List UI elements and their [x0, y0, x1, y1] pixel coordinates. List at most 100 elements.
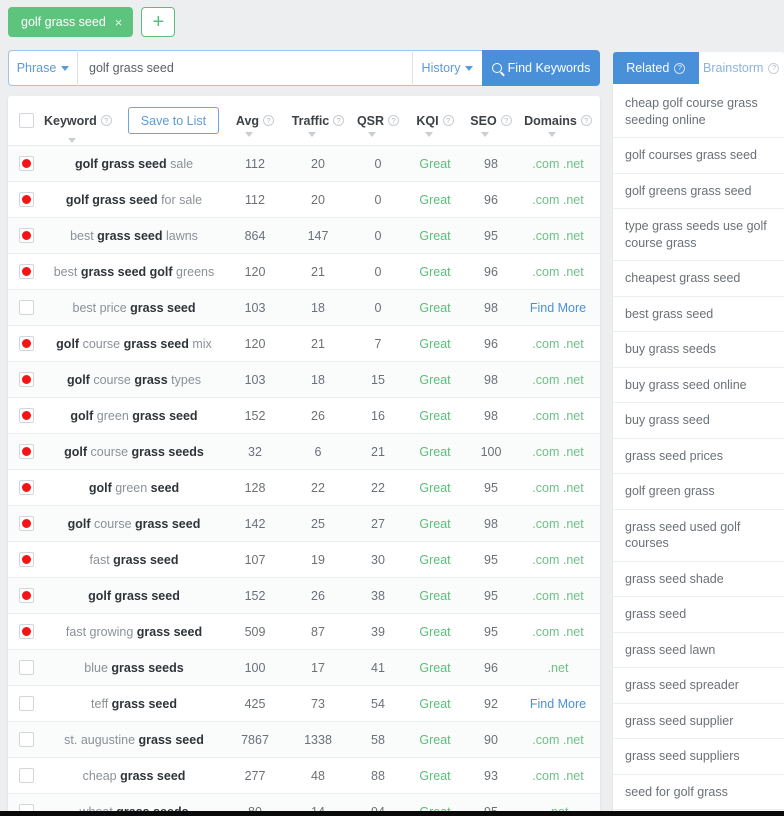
table-row[interactable]: golf course grass seed mix 120 21 7 Great 96.… [8, 326, 600, 362]
table-row[interactable]: teff grass seed 425 73 54 Great 92 Find More [8, 686, 600, 722]
help-icon[interactable]: ? [580, 115, 592, 126]
history-button[interactable]: History [412, 50, 482, 86]
column-header-keyword[interactable]: Keyword ? Save to List [44, 107, 224, 143]
row-checkbox-checked[interactable] [18, 264, 34, 279]
keyword-cell[interactable]: best price grass seed [44, 290, 224, 326]
related-keyword-item[interactable]: grass seed lawn [613, 633, 784, 668]
sort-descending-icon[interactable] [548, 131, 556, 137]
keyword-cell[interactable]: cheap grass seed [44, 758, 224, 794]
keyword-cell[interactable]: best grass seed lawns [44, 218, 224, 254]
row-checkbox-checked[interactable] [18, 156, 34, 171]
keyword-cell[interactable]: st. augustine grass seed [44, 722, 224, 758]
row-checkbox-checked[interactable] [18, 192, 34, 207]
table-row[interactable]: golf green seed 128 22 22 Great 95 .com .net [8, 470, 600, 506]
related-keyword-item[interactable]: cheap golf course grass seeding online [613, 84, 784, 138]
related-keyword-item[interactable]: grass seed used golf courses [613, 510, 784, 562]
match-type-select[interactable]: Phrase [8, 50, 78, 86]
keyword-cell[interactable]: teff grass seed [44, 686, 224, 722]
column-header-kqi[interactable]: KQI ? [406, 114, 464, 137]
related-keyword-item[interactable]: golf greens grass seed [613, 174, 784, 209]
help-icon[interactable]: ? [768, 62, 780, 74]
column-header-avg[interactable]: Avg ? [224, 114, 286, 137]
related-keyword-item[interactable]: buy grass seed [613, 403, 784, 439]
related-keyword-item[interactable]: seed for golf grass [613, 775, 784, 810]
domains-cell[interactable]: Find More [518, 697, 598, 711]
save-to-list-button[interactable]: Save to List [127, 107, 220, 134]
help-icon[interactable]: ? [388, 115, 400, 126]
row-checkbox[interactable] [18, 696, 34, 711]
keyword-tab-active[interactable]: golf grass seed × [8, 7, 134, 37]
related-keyword-item[interactable]: cheapest grass seed [613, 261, 784, 297]
row-checkbox-checked[interactable] [18, 336, 34, 351]
find-keywords-button[interactable]: Find Keywords [482, 50, 600, 86]
help-icon[interactable]: ? [263, 115, 275, 126]
related-keyword-item[interactable]: type grass seeds use golf course grass [613, 209, 784, 261]
related-keyword-item[interactable]: golf green grass [613, 474, 784, 510]
column-header-qsr[interactable]: QSR ? [350, 114, 406, 137]
row-checkbox-checked[interactable] [18, 588, 34, 603]
keyword-cell[interactable]: best grass seed golf greens [44, 254, 224, 290]
table-row[interactable]: golf course grass seed 142 25 27 Great 98 .com… [8, 506, 600, 542]
table-row[interactable]: st. augustine grass seed 7867 1338 58 Great 9… [8, 722, 600, 758]
row-checkbox-checked[interactable] [18, 444, 34, 459]
table-row[interactable]: best grass seed golf greens 120 21 0 Great 96… [8, 254, 600, 290]
domains-cell[interactable]: Find More [518, 301, 598, 315]
table-row[interactable]: blue grass seeds 100 17 41 Great 96 .net [8, 650, 600, 686]
keyword-cell[interactable]: golf course grass types [44, 362, 224, 398]
sort-descending-icon[interactable] [68, 138, 76, 143]
horizontal-scrollbar[interactable] [0, 811, 784, 816]
sort-descending-icon[interactable] [308, 131, 316, 137]
related-keyword-item[interactable]: grass seed supplier [613, 704, 784, 739]
row-checkbox-checked[interactable] [18, 552, 34, 567]
help-icon[interactable]: ? [500, 115, 512, 126]
related-keyword-item[interactable]: buy grass seed online [613, 368, 784, 403]
keyword-cell[interactable]: golf grass seed sale [44, 146, 224, 182]
related-keyword-item[interactable]: grass seed spreader [613, 668, 784, 704]
related-keyword-item[interactable]: best grass seed [613, 297, 784, 332]
row-checkbox[interactable] [18, 300, 34, 315]
table-row[interactable]: cheap grass seed 277 48 88 Great 93 .com .net [8, 758, 600, 794]
sort-descending-icon[interactable] [245, 131, 253, 137]
sort-descending-icon[interactable] [481, 131, 489, 137]
keyword-cell[interactable]: golf grass seed for sale [44, 182, 224, 218]
tab-related[interactable]: Related ? [613, 52, 699, 84]
row-checkbox-checked[interactable] [18, 516, 34, 531]
add-tab-button[interactable]: + [141, 7, 176, 37]
keyword-cell[interactable]: blue grass seeds [44, 650, 224, 686]
table-row[interactable]: golf grass seed for sale 112 20 0 Great 96 .co… [8, 182, 600, 218]
keyword-cell[interactable]: golf grass seed [44, 578, 224, 614]
row-checkbox[interactable] [18, 768, 34, 783]
keyword-cell[interactable]: golf course grass seed mix [44, 326, 224, 362]
column-header-traffic[interactable]: Traffic ? [286, 114, 350, 137]
keyword-cell[interactable]: golf green grass seed [44, 398, 224, 434]
table-row[interactable]: fast growing grass seed 509 87 39 Great 95 .co… [8, 614, 600, 650]
close-icon[interactable]: × [115, 16, 123, 29]
sort-descending-icon[interactable] [425, 131, 433, 137]
table-row[interactable]: golf grass seed sale 112 20 0 Great 98 .com .n… [8, 146, 600, 182]
row-checkbox[interactable] [18, 732, 34, 747]
keyword-cell[interactable]: golf course grass seeds [44, 434, 224, 470]
keyword-cell[interactable]: golf course grass seed [44, 506, 224, 542]
help-icon[interactable]: ? [674, 62, 686, 74]
row-checkbox-checked[interactable] [18, 228, 34, 243]
related-keyword-item[interactable]: grass seed prices [613, 439, 784, 474]
column-header-domains[interactable]: Domains ? [518, 114, 598, 137]
table-row[interactable]: golf course grass types 103 18 15 Great 98 .co… [8, 362, 600, 398]
related-keyword-item[interactable]: grass seed shade [613, 562, 784, 597]
help-icon[interactable]: ? [442, 115, 454, 126]
sort-descending-icon[interactable] [368, 131, 376, 137]
table-row[interactable]: golf course grass seeds 32 6 21 Great 100 .com… [8, 434, 600, 470]
row-checkbox[interactable] [18, 660, 34, 675]
row-checkbox-checked[interactable] [18, 480, 34, 495]
search-input[interactable] [78, 50, 412, 86]
help-icon[interactable]: ? [333, 115, 345, 126]
related-keyword-item[interactable]: golf courses grass seed [613, 138, 784, 174]
row-checkbox-checked[interactable] [18, 372, 34, 387]
related-keyword-item[interactable]: grass seed suppliers [613, 739, 784, 775]
keyword-cell[interactable]: fast growing grass seed [44, 614, 224, 650]
table-row[interactable]: best grass seed lawns 864 147 0 Great 95 .com … [8, 218, 600, 254]
row-checkbox-checked[interactable] [18, 408, 34, 423]
table-row[interactable]: fast grass seed 107 19 30 Great 95 .com .net [8, 542, 600, 578]
table-row[interactable]: golf grass seed 152 26 38 Great 95 .com .net [8, 578, 600, 614]
table-row[interactable]: golf green grass seed 152 26 16 Great 98 .com … [8, 398, 600, 434]
